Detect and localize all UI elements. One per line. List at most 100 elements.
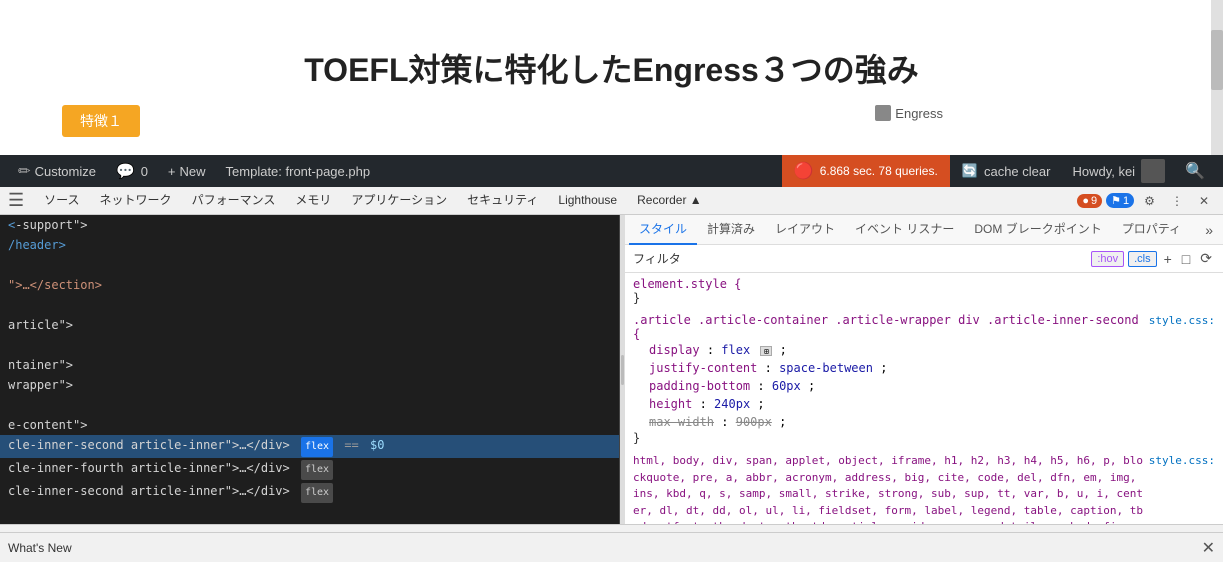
- tab-performance[interactable]: パフォーマンス: [182, 187, 286, 215]
- tab-recorder[interactable]: Recorder ▲: [627, 187, 712, 215]
- divider-handle: [621, 355, 624, 385]
- tab-layout[interactable]: レイアウト: [765, 215, 845, 245]
- gear-button[interactable]: ⚙: [1138, 192, 1161, 210]
- whats-new-label: What's New: [8, 541, 72, 555]
- warning-badge: ⚑ 1: [1106, 193, 1134, 208]
- cache-clear-button[interactable]: 🔄 cache clear: [950, 155, 1063, 187]
- devtools-top-controls: ☰ ソース ネットワーク パフォーマンス メモリ アプリケーション セキュリティ…: [0, 187, 1223, 215]
- html-line: wrapper">: [0, 375, 619, 395]
- tab-styles[interactable]: スタイル: [629, 215, 697, 245]
- html-line-highlighted[interactable]: cle-inner-second article-inner">…</div> …: [0, 435, 619, 458]
- error-badge: ● 9: [1077, 194, 1102, 208]
- tab-application[interactable]: アプリケーション: [341, 187, 457, 215]
- styles-tabs-bar: スタイル 計算済み レイアウト イベント リスナー DOM ブレークポイント プ…: [625, 215, 1223, 245]
- tab-layout-label: レイアウト: [775, 220, 835, 237]
- hov-button[interactable]: :hov: [1091, 251, 1124, 267]
- comment-icon: 💬: [116, 162, 135, 180]
- html-source-panel: <-support"> /header> ">…</section> artic…: [0, 215, 620, 524]
- tab-properties[interactable]: プロパティ: [1112, 215, 1191, 245]
- speed-label: 6.868 sec. 78 queries.: [820, 164, 938, 178]
- flex-badge: flex: [301, 437, 333, 457]
- html-line: [0, 255, 619, 275]
- tab-event-listeners-label: イベント リスナー: [855, 220, 954, 237]
- tab-event-listeners[interactable]: イベント リスナー: [845, 215, 964, 245]
- css-prop-padding-bottom: padding-bottom : 60px ;: [633, 377, 1215, 395]
- styles-tabs-more[interactable]: »: [1199, 222, 1219, 238]
- css-close-brace-2: }: [633, 431, 1215, 445]
- warning-count: 1: [1123, 195, 1129, 207]
- css-prop-height: height : 240px ;: [633, 395, 1215, 413]
- close-devtools-button[interactable]: ✕: [1193, 192, 1215, 210]
- devtools-hamburger[interactable]: ☰: [8, 190, 24, 211]
- scrollbar-thumb[interactable]: [1211, 30, 1223, 90]
- template-text: Template: front-page.php: [226, 164, 371, 179]
- html-line: [0, 395, 619, 415]
- cls-button[interactable]: .cls: [1128, 251, 1157, 267]
- page-title: TOEFL対策に特化したEngress３つの強み: [304, 45, 919, 91]
- search-button[interactable]: 🔍: [1175, 155, 1215, 187]
- inspect-button[interactable]: □: [1179, 251, 1193, 267]
- filter-buttons: :hov .cls + □ ⟳: [1091, 250, 1215, 267]
- customize-button[interactable]: ✏ Customize: [8, 155, 106, 187]
- comment-count-button[interactable]: 💬 0: [106, 155, 158, 187]
- customize-label: Customize: [35, 164, 96, 179]
- tab-security-label: セキュリティ: [467, 191, 538, 208]
- html-line: /header>: [0, 235, 619, 255]
- speed-icon: 🔴: [794, 161, 814, 181]
- page-content-area: TOEFL対策に特化したEngress３つの強み 特徴１ Engress: [0, 0, 1223, 155]
- css-prop-display: display : flex ⊞ ;: [633, 341, 1215, 359]
- cache-label: cache clear: [984, 164, 1050, 179]
- more-button[interactable]: ⋮: [1165, 192, 1189, 210]
- template-label: Template: front-page.php: [216, 155, 381, 187]
- howdy-menu[interactable]: Howdy, kei: [1062, 155, 1175, 187]
- engress-logo: Engress: [875, 105, 943, 121]
- html-line: <-support">: [0, 215, 619, 235]
- tab-memory-label: メモリ: [295, 191, 331, 208]
- devtools-main-area: <-support"> /header> ">…</section> artic…: [0, 215, 1223, 524]
- search-icon: 🔍: [1185, 161, 1205, 181]
- tab-network[interactable]: ネットワーク: [90, 187, 182, 215]
- comment-count-label: 0: [141, 164, 148, 179]
- tab-sources[interactable]: ソース: [34, 187, 89, 215]
- feature-badge-button[interactable]: 特徴１: [62, 105, 140, 137]
- flex-badge-3: flex: [301, 483, 333, 503]
- whats-new-close-button[interactable]: ✕: [1202, 538, 1215, 558]
- html-line: [0, 295, 619, 315]
- css-close-brace: }: [633, 291, 1215, 305]
- html-line: article">: [0, 315, 619, 335]
- customize-icon: ✏: [18, 162, 31, 180]
- engress-logo-text: Engress: [895, 106, 943, 121]
- css-prop-justify-content: justify-content : space-between ;: [633, 359, 1215, 377]
- html-line: e-content">: [0, 415, 619, 435]
- devtools-right-controls: ● 9 ⚑ 1 ⚙ ⋮ ✕: [1077, 192, 1215, 210]
- css-rules-area: element.style { } .article .article-cont…: [625, 273, 1223, 524]
- speed-badge[interactable]: 🔴 6.868 sec. 78 queries.: [782, 155, 950, 187]
- tab-performance-label: パフォーマンス: [192, 191, 276, 208]
- rule-header-2: .article .article-container .article-wra…: [633, 313, 1215, 341]
- html-line: ">…</section>: [0, 275, 619, 295]
- tab-application-label: アプリケーション: [351, 191, 447, 208]
- tab-recorder-label: Recorder ▲: [637, 193, 702, 207]
- css-source-3[interactable]: style.css:: [1149, 454, 1215, 467]
- add-rule-button[interactable]: +: [1161, 251, 1175, 267]
- new-button[interactable]: + New: [158, 155, 216, 187]
- howdy-label: Howdy, kei: [1072, 164, 1135, 179]
- tab-computed[interactable]: 計算済み: [697, 215, 765, 245]
- flex-layout-icon[interactable]: ⊞: [760, 346, 772, 356]
- refresh-button[interactable]: ⟳: [1197, 250, 1215, 267]
- new-label: New: [180, 164, 206, 179]
- flex-badge-2: flex: [301, 460, 333, 480]
- page-scrollbar[interactable]: [1211, 0, 1223, 155]
- tab-network-label: ネットワーク: [100, 191, 172, 208]
- tab-styles-label: スタイル: [639, 220, 687, 237]
- tab-security[interactable]: セキュリティ: [457, 187, 548, 215]
- html-line: cle-inner-second article-inner">…</div> …: [0, 481, 619, 504]
- new-plus: +: [168, 164, 176, 179]
- css-source-2[interactable]: style.css:: [1149, 314, 1215, 327]
- admin-bar-right: 🔴 6.868 sec. 78 queries. 🔄 cache clear H…: [782, 155, 1215, 187]
- tab-computed-label: 計算済み: [707, 220, 755, 237]
- warning-icon: ⚑: [1111, 194, 1121, 207]
- tab-dom-breakpoints[interactable]: DOM ブレークポイント: [964, 215, 1111, 245]
- tab-lighthouse[interactable]: Lighthouse: [548, 187, 627, 215]
- tab-memory[interactable]: メモリ: [285, 187, 341, 215]
